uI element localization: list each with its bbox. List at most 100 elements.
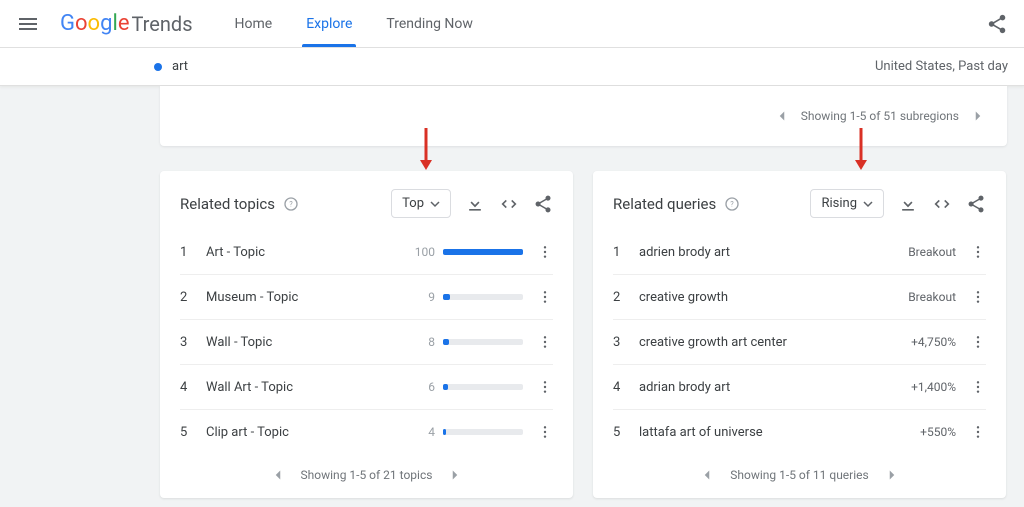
rank: 2 xyxy=(180,290,198,305)
related-queries-card: Related queries ? Rising 1 adrien brody a… xyxy=(593,171,1006,498)
topics-rows: 1 Art - Topic100 2 Museum - Topic9 3 Wall - T… xyxy=(180,230,553,454)
item-label: Art - Topic xyxy=(206,245,409,260)
rank: 4 xyxy=(613,380,631,395)
table-row[interactable]: 3 creative growth art center+4,750% xyxy=(613,320,986,365)
chevron-right-icon[interactable] xyxy=(969,107,987,125)
menu-icon[interactable] xyxy=(16,12,40,36)
chevron-left-icon[interactable] xyxy=(773,107,791,125)
nav-trending[interactable]: Trending Now xyxy=(384,2,474,46)
item-label: lattafa art of universe xyxy=(639,425,920,440)
item-label: Wall - Topic xyxy=(206,335,409,350)
svg-text:?: ? xyxy=(731,199,735,208)
bar xyxy=(443,384,523,390)
kebab-icon[interactable] xyxy=(970,244,986,260)
rank: 3 xyxy=(613,335,631,350)
rank: 2 xyxy=(613,290,631,305)
kebab-icon[interactable] xyxy=(970,289,986,305)
logo[interactable]: Google Trends xyxy=(60,11,193,36)
kebab-icon[interactable] xyxy=(970,424,986,440)
share-icon[interactable] xyxy=(986,13,1008,35)
download-icon[interactable] xyxy=(465,194,485,214)
delta: Breakout xyxy=(908,245,956,259)
delta: Breakout xyxy=(908,290,956,304)
caret-down-icon xyxy=(863,199,873,209)
kebab-icon[interactable] xyxy=(970,379,986,395)
table-row[interactable]: 5 Clip art - Topic4 xyxy=(180,410,553,454)
bar xyxy=(443,294,523,300)
rank: 4 xyxy=(180,380,198,395)
table-row[interactable]: 4 Wall Art - Topic6 xyxy=(180,365,553,410)
share-card-icon[interactable] xyxy=(966,194,986,214)
kebab-icon[interactable] xyxy=(537,289,553,305)
kebab-icon[interactable] xyxy=(970,334,986,350)
termbar: art United States, Past day xyxy=(0,48,1024,86)
related-topics-card: Related topics ? Top 1 Art - Topic100 2 Mus… xyxy=(160,171,573,498)
table-row[interactable]: 2 creative growthBreakout xyxy=(613,275,986,320)
rank: 3 xyxy=(180,335,198,350)
topbar: Google Trends Home Explore Trending Now xyxy=(0,0,1024,48)
score: 4 xyxy=(409,425,435,439)
item-label: Clip art - Topic xyxy=(206,425,409,440)
bar xyxy=(443,429,523,435)
svg-text:?: ? xyxy=(289,199,293,208)
chevron-right-icon[interactable] xyxy=(883,466,901,484)
score: 100 xyxy=(409,245,435,259)
delta: +1,400% xyxy=(911,380,956,394)
subregion-text: Showing 1-5 of 51 subregions xyxy=(801,109,959,123)
item-label: Wall Art - Topic xyxy=(206,380,409,395)
caret-down-icon xyxy=(430,199,440,209)
chevron-left-icon[interactable] xyxy=(269,466,287,484)
queries-title: Related queries xyxy=(613,195,716,213)
table-row[interactable]: 4 adrian brody art+1,400% xyxy=(613,365,986,410)
table-row[interactable]: 1 adrien brody artBreakout xyxy=(613,230,986,275)
score: 9 xyxy=(409,290,435,304)
item-label: adrian brody art xyxy=(639,380,911,395)
delta: +4,750% xyxy=(911,335,956,349)
rank: 5 xyxy=(613,425,631,440)
rank: 1 xyxy=(613,245,631,260)
term-dot xyxy=(154,63,162,71)
kebab-icon[interactable] xyxy=(537,424,553,440)
topics-dropdown[interactable]: Top xyxy=(391,189,451,218)
queries-footer: Showing 1-5 of 11 queries xyxy=(730,468,868,482)
table-row[interactable]: 5 lattafa art of universe+550% xyxy=(613,410,986,454)
score: 8 xyxy=(409,335,435,349)
bar xyxy=(443,249,523,255)
search-term: art xyxy=(172,59,188,74)
item-label: creative growth xyxy=(639,290,908,305)
kebab-icon[interactable] xyxy=(537,379,553,395)
topics-dropdown-label: Top xyxy=(402,196,424,211)
queries-dropdown[interactable]: Rising xyxy=(810,189,884,218)
table-row[interactable]: 2 Museum - Topic9 xyxy=(180,275,553,320)
table-row[interactable]: 3 Wall - Topic8 xyxy=(180,320,553,365)
share-card-icon[interactable] xyxy=(533,194,553,214)
nav-explore[interactable]: Explore xyxy=(304,2,354,46)
chevron-left-icon[interactable] xyxy=(698,466,716,484)
help-icon[interactable]: ? xyxy=(283,196,299,212)
queries-dropdown-label: Rising xyxy=(821,196,857,211)
location-time: United States, Past day xyxy=(875,59,1008,74)
kebab-icon[interactable] xyxy=(537,334,553,350)
help-icon[interactable]: ? xyxy=(724,196,740,212)
queries-rows: 1adrien brody artBreakout2creative growt… xyxy=(613,230,986,454)
topics-title: Related topics xyxy=(180,195,275,213)
embed-icon[interactable] xyxy=(499,194,519,214)
nav-home[interactable]: Home xyxy=(233,2,275,46)
score: 6 xyxy=(409,380,435,394)
topics-footer: Showing 1-5 of 21 topics xyxy=(301,468,433,482)
rank: 5 xyxy=(180,425,198,440)
table-row[interactable]: 1 Art - Topic100 xyxy=(180,230,553,275)
item-label: Museum - Topic xyxy=(206,290,409,305)
nav: Home Explore Trending Now xyxy=(233,2,475,46)
item-label: adrien brody art xyxy=(639,245,908,260)
delta: +550% xyxy=(920,425,956,439)
rank: 1 xyxy=(180,245,198,260)
chevron-right-icon[interactable] xyxy=(446,466,464,484)
subregion-card: Showing 1-5 of 51 subregions xyxy=(160,86,1007,146)
embed-icon[interactable] xyxy=(932,194,952,214)
kebab-icon[interactable] xyxy=(537,244,553,260)
download-icon[interactable] xyxy=(898,194,918,214)
bar xyxy=(443,339,523,345)
item-label: creative growth art center xyxy=(639,335,911,350)
logo-trends: Trends xyxy=(131,12,192,36)
